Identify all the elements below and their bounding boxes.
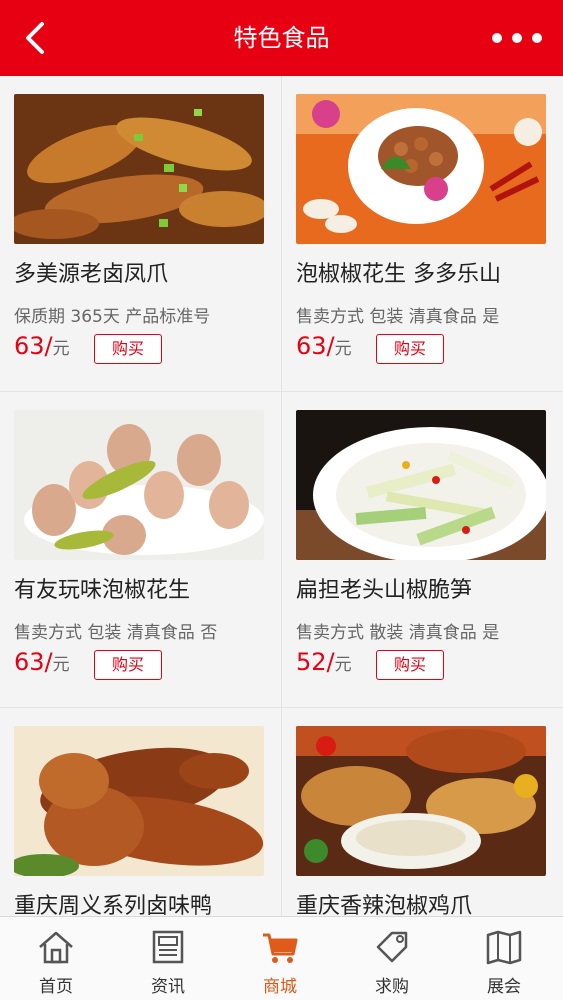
tag-icon [376, 931, 408, 963]
tab-home[interactable]: 首页 [0, 917, 112, 1000]
product-image-peanuts-plate[interactable] [296, 94, 546, 244]
product-name[interactable]: 重庆香辣泡椒鸡爪 [296, 888, 554, 916]
product-name[interactable]: 有友玩味泡椒花生 [14, 572, 272, 604]
tab-exhibition[interactable]: 展会 [448, 917, 560, 1000]
product-name[interactable]: 扁担老头山椒脆笋 [296, 572, 554, 604]
product-grid: 多美源老卤凤爪 保质期 365天 产品标准号 63/元 购买 泡椒椒花生 多多乐… [0, 76, 563, 916]
product-attributes: 售卖方式 散装 清真食品 是 [296, 623, 500, 643]
tab-mall[interactable]: 商城 [224, 917, 336, 1000]
top-bar: 特色食品 [0, 0, 563, 76]
product-price: 63/ [296, 332, 335, 360]
price-row: 63/元 购买 [14, 648, 272, 682]
product-card[interactable]: 泡椒椒花生 多多乐山 售卖方式 包装 清真食品 是 63/元 购买 [282, 76, 563, 391]
product-name[interactable]: 泡椒椒花生 多多乐山 [296, 256, 554, 288]
price-unit: 元 [334, 339, 352, 359]
product-attributes: 保质期 365天 产品标准号 [14, 307, 211, 327]
price-row: 63/元 购买 [14, 332, 272, 366]
price-unit: 元 [334, 655, 352, 675]
product-image-pickled-peanuts[interactable] [14, 410, 264, 560]
buy-button[interactable]: 购买 [376, 334, 444, 364]
cart-icon [263, 933, 298, 963]
tab-label: 商城 [263, 977, 297, 997]
product-name[interactable]: 重庆周义系列卤味鸭 [14, 888, 272, 916]
product-price: 52/ [296, 648, 335, 676]
tab-purchase[interactable]: 求购 [336, 917, 448, 1000]
product-price: 63/ [14, 648, 53, 676]
tab-label: 求购 [375, 977, 409, 997]
tab-label: 展会 [487, 977, 521, 997]
price-unit: 元 [52, 339, 70, 359]
bottom-tab-bar: 首页 资讯 商城 求购 展会 [0, 916, 563, 1000]
buy-button[interactable]: 购买 [376, 650, 444, 680]
product-name[interactable]: 多美源老卤凤爪 [14, 256, 272, 288]
tab-label: 首页 [39, 977, 73, 997]
more-dots-icon[interactable] [489, 26, 545, 50]
product-image-braised-duck[interactable] [14, 726, 264, 876]
product-attributes: 售卖方式 包装 清真食品 是 [296, 307, 500, 327]
product-image-chicken-feet[interactable] [14, 94, 264, 244]
product-price: 63/ [14, 332, 53, 360]
buy-button[interactable]: 购买 [94, 650, 162, 680]
price-unit: 元 [52, 655, 70, 675]
product-card[interactable]: 多美源老卤凤爪 保质期 365天 产品标准号 63/元 购买 [0, 76, 281, 391]
tab-label: 资讯 [151, 977, 185, 997]
product-card[interactable]: 扁担老头山椒脆笋 售卖方式 散装 清真食品 是 52/元 购买 [282, 392, 563, 707]
news-icon [152, 930, 184, 964]
page-title: 特色食品 [233, 24, 330, 52]
product-card[interactable]: 有友玩味泡椒花生 售卖方式 包装 清真食品 否 63/元 购买 [0, 392, 281, 707]
price-row: 63/元 购买 [296, 332, 554, 366]
product-card[interactable]: 重庆香辣泡椒鸡爪 [282, 708, 563, 916]
product-image-spicy-chicken-feet[interactable] [296, 726, 546, 876]
product-card[interactable]: 重庆周义系列卤味鸭 [0, 708, 281, 916]
product-attributes: 售卖方式 包装 清真食品 否 [14, 623, 218, 643]
tab-news[interactable]: 资讯 [112, 917, 224, 1000]
product-image-bamboo-shoots[interactable] [296, 410, 546, 560]
price-row: 52/元 购买 [296, 648, 554, 682]
buy-button[interactable]: 购买 [94, 334, 162, 364]
map-icon [486, 930, 522, 965]
home-icon [39, 931, 73, 964]
